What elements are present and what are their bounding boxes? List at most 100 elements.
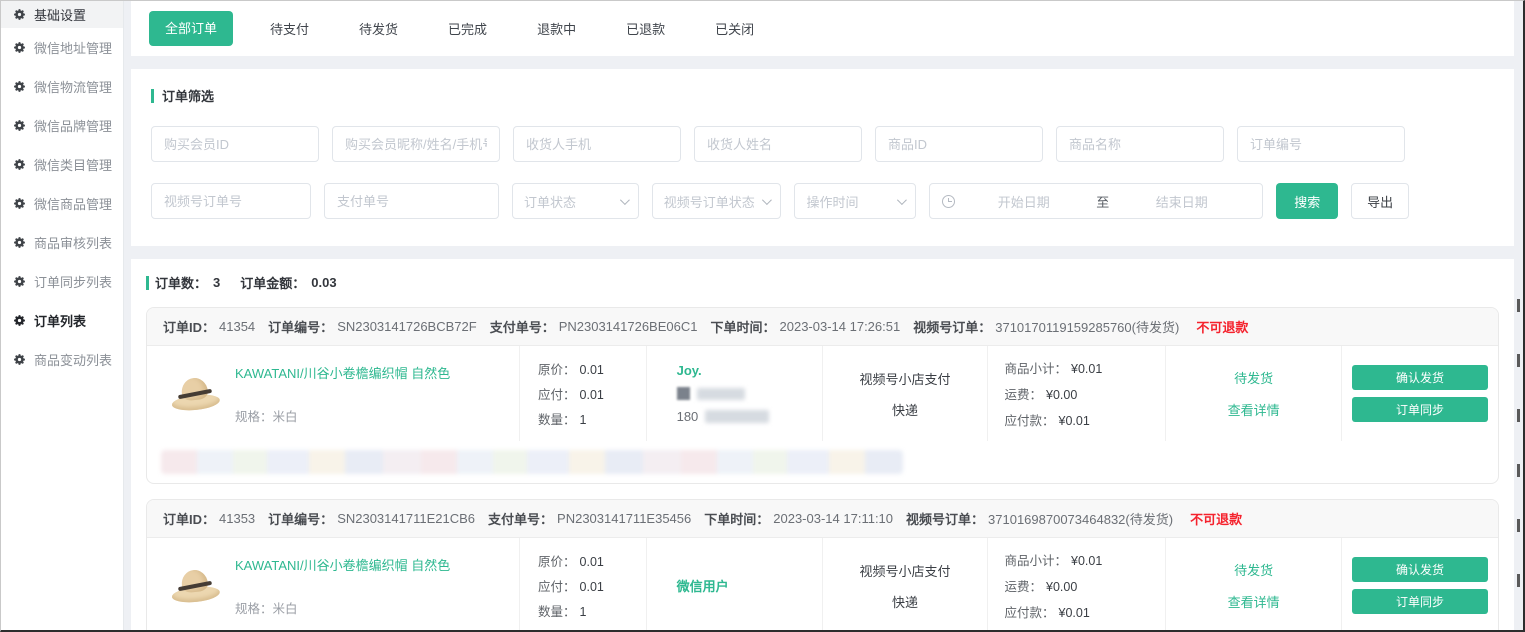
date-separator: 至 [1092, 192, 1113, 211]
payment-number-label: 支付单号： [488, 509, 553, 528]
product-cell: KAWATANI/川谷小卷檐编织帽 自然色 规格：米白 [147, 538, 520, 630]
buyer-cell: 微信用户 [647, 538, 823, 630]
gear-icon [13, 8, 26, 21]
order-sync-button[interactable]: 订单同步 [1352, 397, 1488, 422]
product-name-link[interactable]: KAWATANI/川谷小卷檐编织帽 自然色 [235, 363, 450, 382]
order-body: KAWATANI/川谷小卷檐编织帽 自然色 规格：米白 原价：0.01 应付：0… [147, 346, 1498, 441]
search-button[interactable]: 搜索 [1276, 183, 1338, 219]
order-header: 订单ID：41354 订单编号：SN2303141726BCB72F 支付单号：… [147, 308, 1498, 346]
price-cell: 原价：0.01 应付：0.01 数量：1 [520, 346, 647, 441]
order-time-label: 下单时间： [710, 317, 775, 336]
product-name-link[interactable]: KAWATANI/川谷小卷檐编织帽 自然色 [235, 555, 450, 574]
gear-icon [13, 236, 26, 249]
filter-title: 订单筛选 [151, 86, 1494, 105]
avatar [677, 387, 690, 400]
order-amount-label: 订单金额： [240, 273, 305, 292]
admin-window: 基础设置 微信地址管理 微信物流管理 微信品牌管理 微信类目管理 微信商品管理 … [0, 0, 1525, 632]
payment-number-input[interactable] [324, 183, 499, 219]
redacted-buyer-name [677, 387, 745, 400]
consignee-phone-input[interactable] [513, 126, 681, 162]
order-header: 订单ID：41353 订单编号：SN2303141711E21CB6 支付单号：… [147, 500, 1498, 538]
gear-icon [13, 119, 26, 132]
sidebar-item-order-sync-list[interactable]: 订单同步列表 [1, 262, 123, 301]
operation-time-select[interactable]: 操作时间 [794, 183, 916, 219]
non-refundable-badge: 不可退款 [1196, 317, 1248, 336]
tab-refunded[interactable]: 已退款 [601, 19, 690, 38]
order-id-value: 41353 [219, 511, 255, 526]
buyer-nickname[interactable]: 微信用户 [677, 576, 729, 595]
product-image-hat [169, 564, 221, 607]
channel-order-status-select[interactable]: 视频号订单状态 [652, 183, 782, 219]
payment-method: 视频号小店支付 [860, 369, 951, 388]
main-content: 全部订单 待支付 待发货 已完成 退款中 已退款 已关闭 订单筛选 [124, 1, 1523, 630]
tab-refunding[interactable]: 退款中 [512, 19, 601, 38]
tab-pending-shipment[interactable]: 待发货 [334, 19, 423, 38]
export-button[interactable]: 导出 [1351, 183, 1409, 219]
confirm-shipment-button[interactable]: 确认发货 [1352, 365, 1488, 390]
view-details-link[interactable]: 查看详情 [1228, 592, 1280, 611]
gear-icon [13, 41, 26, 54]
sidebar-item-wechat-brand[interactable]: 微信品牌管理 [1, 106, 123, 145]
order-sync-button[interactable]: 订单同步 [1352, 589, 1488, 614]
order-time-label: 下单时间： [704, 509, 769, 528]
sidebar-item-label: 订单列表 [34, 311, 86, 330]
amounts-cell: 商品小计：¥0.01 运费：¥0.00 应付款：¥0.01 [988, 538, 1166, 630]
sidebar-item-product-review-list[interactable]: 商品审核列表 [1, 223, 123, 262]
tab-pending-payment[interactable]: 待支付 [245, 19, 334, 38]
tab-closed[interactable]: 已关闭 [690, 19, 779, 38]
price-cell: 原价：0.01 应付：0.01 数量：1 [520, 538, 647, 630]
sidebar-item-label: 微信类目管理 [34, 155, 112, 174]
gear-icon [13, 314, 26, 327]
channel-order-number-input[interactable] [151, 183, 311, 219]
order-count-label: 订单数： [155, 273, 207, 292]
end-date-placeholder[interactable]: 结束日期 [1113, 192, 1250, 211]
sidebar-item-wechat-category[interactable]: 微信类目管理 [1, 145, 123, 184]
view-details-link[interactable]: 查看详情 [1228, 400, 1280, 419]
order-summary: 订单数： 3 订单金额： 0.03 [146, 273, 1499, 292]
non-refundable-badge: 不可退款 [1190, 509, 1242, 528]
payment-cell: 视频号小店支付 快递 [823, 346, 989, 441]
chevron-down-icon [762, 195, 772, 205]
confirm-shipment-button[interactable]: 确认发货 [1352, 557, 1488, 582]
sidebar-item-product-change-list[interactable]: 商品变动列表 [1, 340, 123, 379]
date-range-picker[interactable]: 开始日期 至 结束日期 [929, 183, 1263, 219]
chevron-down-icon [897, 195, 907, 205]
sidebar-item-basic-settings[interactable]: 基础设置 [1, 1, 123, 28]
start-date-placeholder[interactable]: 开始日期 [955, 192, 1092, 211]
order-card: 订单ID：41353 订单编号：SN2303141711E21CB6 支付单号：… [146, 499, 1499, 630]
payment-number-value: PN2303141711E35456 [557, 511, 691, 526]
sidebar-item-label: 商品审核列表 [34, 233, 112, 252]
order-card: 订单ID：41354 订单编号：SN2303141726BCB72F 支付单号：… [146, 307, 1499, 484]
consignee-name-input[interactable] [694, 126, 862, 162]
redacted-buyer-phone: 180 [677, 409, 770, 424]
order-number-input[interactable] [1237, 126, 1405, 162]
delivery-method: 快递 [892, 592, 918, 611]
product-name-input[interactable] [1056, 126, 1224, 162]
sidebar-item-wechat-logistics[interactable]: 微信物流管理 [1, 67, 123, 106]
sidebar-item-label: 基础设置 [34, 5, 86, 24]
filter-row-2: 订单状态 视频号订单状态 操作时间 开始日期 至 结束日期 搜索 [151, 183, 1409, 219]
sidebar-item-wechat-product[interactable]: 微信商品管理 [1, 184, 123, 223]
gear-icon [13, 80, 26, 93]
order-filter-panel: 订单筛选 订单状态 视频号订单状态 [131, 69, 1514, 246]
sidebar-item-wechat-address[interactable]: 微信地址管理 [1, 28, 123, 67]
tab-all-orders[interactable]: 全部订单 [149, 11, 233, 46]
product-id-input[interactable] [875, 126, 1043, 162]
buyer-member-name-input[interactable] [332, 126, 500, 162]
sidebar-item-order-list[interactable]: 订单列表 [1, 301, 123, 340]
payment-method: 视频号小店支付 [860, 561, 951, 580]
buyer-member-id-input[interactable] [151, 126, 319, 162]
status-badge: 待发货 [1234, 560, 1273, 579]
channel-order-value: 3710170119159285760(待发货) [995, 317, 1179, 336]
tab-completed[interactable]: 已完成 [423, 19, 512, 38]
gear-icon [13, 353, 26, 366]
channel-order-label: 视频号订单： [906, 509, 984, 528]
order-sn-label: 订单编号： [268, 317, 333, 336]
order-status-select[interactable]: 订单状态 [512, 183, 639, 219]
order-address-row [147, 441, 1498, 483]
buyer-nickname[interactable]: Joy. [677, 363, 702, 378]
order-id-label: 订单ID： [163, 317, 215, 336]
sidebar-item-label: 微信商品管理 [34, 194, 112, 213]
buyer-cell: Joy. 180 [647, 346, 823, 441]
scrollbar[interactable] [1517, 299, 1520, 629]
